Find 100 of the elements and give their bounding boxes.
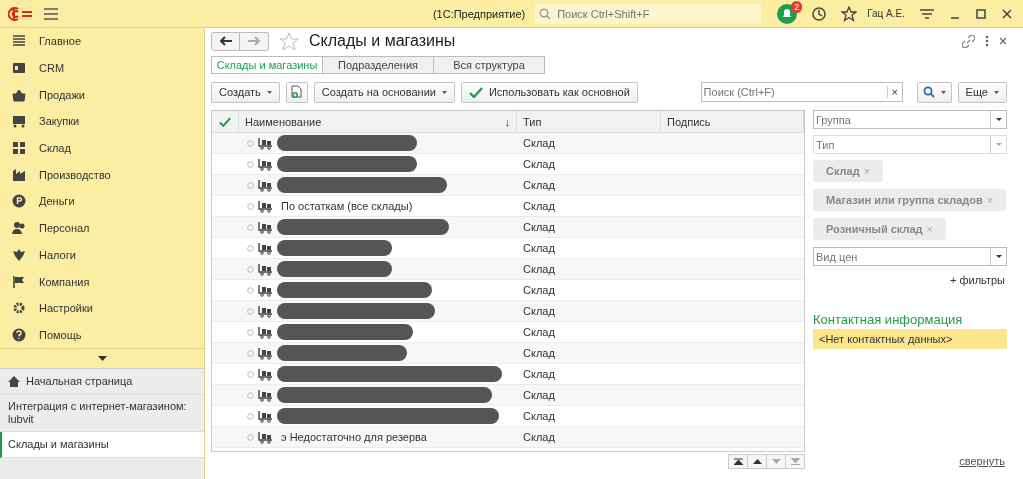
section-icon bbox=[12, 34, 26, 49]
sidebar-item[interactable]: Главное bbox=[0, 28, 204, 55]
checkmark-icon bbox=[468, 86, 483, 98]
copy-document-button[interactable] bbox=[285, 81, 308, 103]
collapse-link[interactable]: свернуть bbox=[959, 455, 1005, 467]
table-cell: Склад bbox=[523, 389, 555, 401]
table-cell: Склад bbox=[523, 158, 555, 170]
table-cell: Склад bbox=[523, 242, 555, 254]
column-header[interactable]: Наименование ↓ bbox=[239, 111, 517, 132]
sidebar-item[interactable]: Закупки bbox=[0, 108, 204, 135]
warehouse-cart-icon bbox=[258, 283, 273, 297]
section-icon bbox=[12, 167, 26, 182]
caret-icon bbox=[994, 90, 999, 94]
section-icon bbox=[12, 194, 26, 209]
caret-icon bbox=[441, 90, 447, 94]
status-circle-icon bbox=[247, 349, 254, 357]
tab[interactable]: Склады и магазины bbox=[211, 56, 323, 74]
star-icon[interactable] bbox=[841, 5, 858, 22]
link-icon[interactable] bbox=[962, 34, 975, 48]
table-cell: Склад bbox=[523, 221, 555, 233]
section-icon bbox=[12, 274, 26, 289]
section-icon bbox=[12, 61, 26, 76]
menu-icon[interactable] bbox=[44, 7, 58, 20]
global-search-box[interactable]: Поиск Ctrl+Shift+F bbox=[535, 3, 762, 24]
table-cell: Склад bbox=[523, 263, 555, 275]
warehouse-cart-icon bbox=[258, 136, 273, 150]
sidebar-item[interactable]: Производство bbox=[0, 161, 204, 189]
sort-arrow: ↓ bbox=[504, 115, 510, 128]
table-cell: Склад bbox=[523, 410, 555, 422]
open-page-item[interactable]: Начальная страница bbox=[0, 369, 204, 396]
history-icon[interactable] bbox=[811, 5, 828, 22]
table-cell: По остаткам (все склады) bbox=[281, 200, 413, 212]
type-filter-box[interactable]: Тип bbox=[813, 135, 1007, 154]
status-circle-icon bbox=[247, 181, 254, 189]
forward-arrow-icon bbox=[248, 36, 260, 46]
price-type-box[interactable]: Вид цен bbox=[813, 247, 1007, 266]
section-icon bbox=[12, 327, 26, 342]
close-icon[interactable] bbox=[1001, 7, 1013, 20]
status-circle-icon bbox=[247, 391, 254, 399]
use-as-main-button[interactable]: Использовать как основной bbox=[460, 81, 638, 103]
add-filters-link[interactable]: + фильтры bbox=[949, 274, 1005, 286]
table-cell: Склад bbox=[523, 305, 555, 317]
status-circle-icon bbox=[247, 139, 254, 147]
sidebar-item[interactable]: Помощь bbox=[0, 321, 204, 349]
create-based-on-button[interactable]: Создать на основании bbox=[313, 81, 455, 103]
clear-search-button[interactable]: × bbox=[886, 86, 902, 98]
notification-count: 2 bbox=[791, 0, 803, 13]
dropdown-icon bbox=[995, 255, 1002, 258]
open-page-item[interactable]: Склады и магазины bbox=[0, 432, 204, 459]
close-icon[interactable] bbox=[999, 37, 1007, 45]
status-circle-icon bbox=[247, 370, 254, 378]
status-circle-icon bbox=[247, 160, 254, 168]
scroll-up-button[interactable] bbox=[747, 454, 767, 469]
sidebar-item[interactable]: Продажи bbox=[0, 81, 204, 109]
sidebar-item[interactable]: Склад bbox=[0, 134, 204, 162]
status-circle-icon bbox=[247, 223, 254, 231]
filter-lines-icon[interactable] bbox=[919, 7, 935, 20]
back-button[interactable] bbox=[211, 31, 240, 51]
table-cell: Склад bbox=[523, 137, 555, 149]
tab[interactable]: Вся структура bbox=[433, 56, 545, 74]
back-arrow-icon bbox=[219, 36, 232, 46]
sidebar-item[interactable]: Компания bbox=[0, 268, 204, 295]
caret-icon bbox=[97, 356, 107, 362]
sidebar-item[interactable]: Настройки bbox=[0, 294, 204, 322]
contacts-title: Контактная информация bbox=[813, 312, 964, 327]
global-search-field[interactable]: Поиск Ctrl+Shift+F bbox=[555, 6, 750, 21]
contacts-value: <Нет контактных данных> bbox=[813, 329, 1007, 349]
warehouse-cart-icon bbox=[258, 430, 273, 444]
table-cell: Склад bbox=[523, 284, 555, 296]
user-name[interactable]: Гац А.Е. bbox=[867, 8, 905, 19]
document-add-icon bbox=[290, 85, 303, 99]
create-button[interactable]: Создать bbox=[211, 81, 280, 103]
table-cell: Склад bbox=[523, 368, 555, 380]
sidebar-item[interactable]: Налоги bbox=[0, 241, 204, 269]
warehouse-cart-icon bbox=[258, 220, 273, 234]
search-options-button[interactable] bbox=[916, 81, 952, 103]
scroll-top-button[interactable] bbox=[728, 454, 748, 469]
table-cell: Склад bbox=[523, 347, 555, 359]
group-filter-box[interactable]: Группа bbox=[813, 110, 1007, 129]
status-circle-icon bbox=[247, 202, 254, 210]
favorite-star-icon[interactable] bbox=[279, 31, 299, 51]
table-cell: Склад bbox=[523, 326, 555, 338]
warehouse-cart-icon bbox=[258, 304, 273, 318]
column-header[interactable]: Тип bbox=[517, 111, 661, 132]
status-circle-icon bbox=[247, 286, 254, 294]
more-options-icon[interactable] bbox=[985, 35, 989, 47]
column-header[interactable]: Подпись bbox=[661, 111, 804, 132]
sidebar-item[interactable]: Персонал bbox=[0, 214, 204, 242]
list-search-box[interactable]: Поиск (Ctrl+F) × bbox=[700, 82, 903, 102]
status-circle-icon bbox=[247, 244, 254, 252]
tab[interactable]: Подразделения bbox=[322, 56, 434, 74]
table-cell: Склад bbox=[523, 200, 555, 212]
more-button[interactable]: Еще bbox=[957, 81, 1007, 103]
sidebar-item[interactable]: Деньги bbox=[0, 188, 204, 215]
maximize-icon[interactable] bbox=[975, 7, 987, 20]
warehouse-cart-icon bbox=[258, 178, 273, 192]
checkmark-icon bbox=[219, 116, 231, 127]
warehouse-cart-icon bbox=[258, 409, 273, 423]
sidebar-item[interactable]: CRM bbox=[0, 54, 204, 82]
table-cell: э Недостаточно для резерва bbox=[281, 431, 427, 443]
